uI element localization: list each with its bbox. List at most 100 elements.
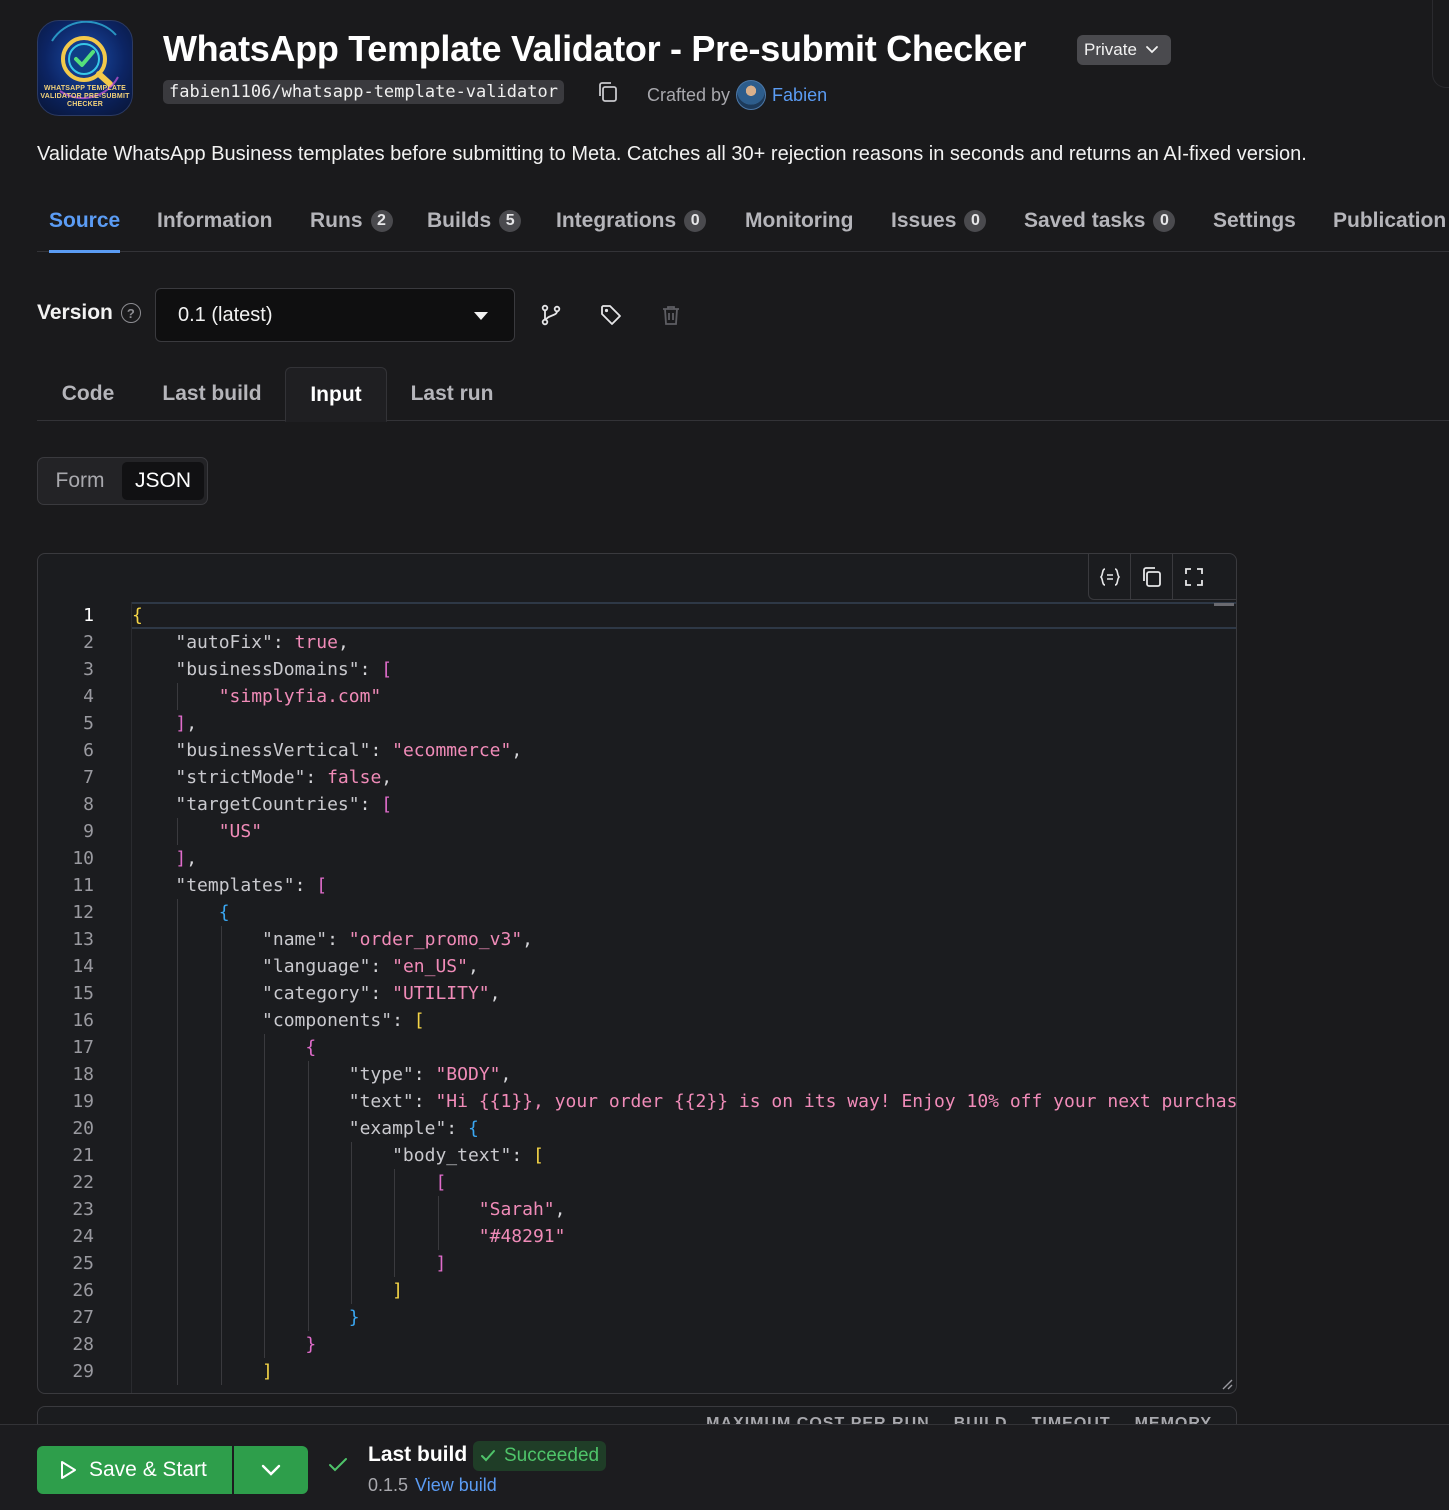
line-number: 11	[72, 875, 94, 896]
tab-label: Issues	[891, 209, 957, 232]
tab-count: 0	[1153, 210, 1176, 232]
line-number: 3	[83, 659, 94, 680]
save-start-label: Save & Start	[89, 1458, 207, 1481]
tag-icon[interactable]	[599, 303, 623, 327]
tab-label: Runs	[310, 209, 363, 232]
code-line: "businessDomains": [	[175, 659, 393, 680]
copy-icon[interactable]	[597, 81, 619, 103]
code-line: "type": "BODY",	[348, 1064, 512, 1085]
status-badge: Succeeded	[473, 1441, 607, 1471]
tab-settings[interactable]: Settings	[1213, 190, 1296, 252]
tab-label: Publication	[1333, 209, 1447, 232]
tab-label: Saved tasks	[1024, 209, 1146, 232]
tab-count: 0	[964, 210, 987, 232]
actor-title: WhatsApp Template Validator - Pre-submit…	[163, 28, 1027, 69]
code-line: "strictMode": false,	[175, 767, 393, 788]
tab-builds[interactable]: Builds 5	[427, 190, 522, 252]
actor-source-page: WHATSAPP TEMPLATE VALIDATOR PRE-SUBMIT C…	[0, 0, 1449, 1510]
code-line: "components": [	[262, 1010, 425, 1031]
check-icon	[481, 1450, 495, 1462]
scrollbar-thumb[interactable]	[1214, 603, 1234, 606]
line-number: 1	[83, 605, 94, 626]
code-line: "Sarah",	[478, 1199, 566, 1220]
json-mode-button[interactable]: JSON	[122, 462, 204, 500]
line-number: 6	[83, 740, 94, 761]
tab-count: 0	[684, 210, 707, 232]
line-number: 18	[72, 1064, 94, 1085]
tab-integrations[interactable]: Integrations 0	[556, 190, 707, 252]
line-number: 8	[83, 794, 94, 815]
code-line: }	[305, 1334, 317, 1355]
line-number: 19	[72, 1091, 94, 1112]
code-line: ],	[175, 713, 198, 734]
main-tabs: Source Information Runs 2 Builds 5 Integra…	[37, 190, 1449, 253]
subtab-last-build[interactable]: Last build	[139, 367, 285, 421]
code-line: "body_text": [	[392, 1145, 544, 1166]
line-number: 29	[72, 1361, 94, 1382]
version-select[interactable]: 0.1 (latest)	[155, 288, 515, 342]
subtab-code[interactable]: Code	[37, 367, 139, 421]
tab-source[interactable]: Source	[49, 190, 121, 253]
active-line-highlight	[131, 602, 1236, 629]
code-area[interactable]: 1 2 3 4 5 6 7 8 9 10 11 12 13 14 15 16 17 18 19 20 21 22 23 24 2…	[38, 602, 1236, 1393]
input-mode-toggle: Form JSON	[37, 457, 208, 505]
code-line: "category": "UTILITY",	[262, 983, 501, 1004]
code-line: }	[348, 1307, 360, 1328]
line-number: 14	[72, 956, 94, 977]
line-number: 25	[72, 1253, 94, 1274]
view-build-link[interactable]: View build	[415, 1475, 497, 1496]
json-editor[interactable]: 1 2 3 4 5 6 7 8 9 10 11 12 13 14 15 16 17 18 19 20 21 22 23 24 2…	[37, 553, 1237, 1394]
tab-label: Builds	[427, 209, 492, 232]
editor-toolbar	[1088, 554, 1236, 600]
actor-logo: WHATSAPP TEMPLATE VALIDATOR PRE-SUBMIT C…	[37, 20, 133, 116]
copy-icon[interactable]	[1131, 554, 1173, 599]
last-build-version: 0.1.5 View build	[368, 1475, 497, 1496]
line-number: 12	[72, 902, 94, 923]
version-selected: 0.1 (latest)	[178, 303, 273, 326]
line-number: 20	[72, 1118, 94, 1139]
format-json-icon[interactable]	[1089, 554, 1131, 599]
author-link[interactable]: Fabien	[772, 85, 827, 106]
bottom-action-bar: Save & Start Last build Succeeded 0.1.5 …	[0, 1424, 1449, 1510]
resize-handle-icon[interactable]	[1221, 1378, 1233, 1390]
trash-icon[interactable]	[659, 303, 683, 327]
chevron-down-icon	[261, 1464, 281, 1476]
code-line: {	[218, 902, 230, 923]
subtab-input[interactable]: Input	[285, 367, 387, 422]
actor-slug: fabien1106/whatsapp-template-validator	[163, 80, 564, 104]
version-label: Version ?	[37, 301, 141, 325]
logo-text: WHATSAPP TEMPLATE VALIDATOR PRE-SUBMIT C…	[40, 85, 130, 108]
line-number: 10	[72, 848, 94, 869]
tab-issues[interactable]: Issues 0	[891, 190, 987, 252]
fullscreen-icon[interactable]	[1173, 554, 1215, 599]
actor-description: Validate WhatsApp Business templates bef…	[37, 143, 1307, 165]
help-icon[interactable]: ?	[120, 303, 141, 323]
page-scrollbar[interactable]	[1432, 0, 1449, 88]
line-number: 5	[83, 713, 94, 734]
visibility-dropdown[interactable]: Private	[1077, 35, 1171, 65]
save-options-dropdown[interactable]	[234, 1446, 308, 1494]
save-start-button[interactable]: Save & Start	[37, 1446, 232, 1494]
line-number: 17	[72, 1037, 94, 1058]
source-subtabs: Code Last build Input Last run	[37, 367, 1449, 422]
git-branch-icon[interactable]	[539, 303, 563, 327]
code-line: "businessVertical": "ecommerce",	[175, 740, 523, 761]
tab-saved-tasks[interactable]: Saved tasks 0	[1024, 190, 1176, 252]
code-line: [	[435, 1172, 447, 1193]
code-line: "example": {	[348, 1118, 479, 1139]
status-text: Succeeded	[504, 1445, 600, 1466]
tab-runs[interactable]: Runs 2	[310, 190, 393, 252]
line-number: 26	[72, 1280, 94, 1301]
code-line: ]	[262, 1361, 273, 1382]
form-mode-button[interactable]: Form	[42, 462, 118, 500]
version-label-text: Version	[37, 301, 113, 324]
tab-publication[interactable]: Publication	[1333, 190, 1446, 252]
subtab-last-run[interactable]: Last run	[387, 367, 517, 421]
tab-monitoring[interactable]: Monitoring	[745, 190, 853, 252]
code-line: ]	[392, 1280, 403, 1301]
line-number: 4	[83, 686, 94, 707]
tab-information[interactable]: Information	[157, 190, 273, 252]
line-number: 2	[83, 632, 94, 653]
code-line: "templates": [	[175, 875, 328, 896]
line-number: 27	[72, 1307, 94, 1328]
